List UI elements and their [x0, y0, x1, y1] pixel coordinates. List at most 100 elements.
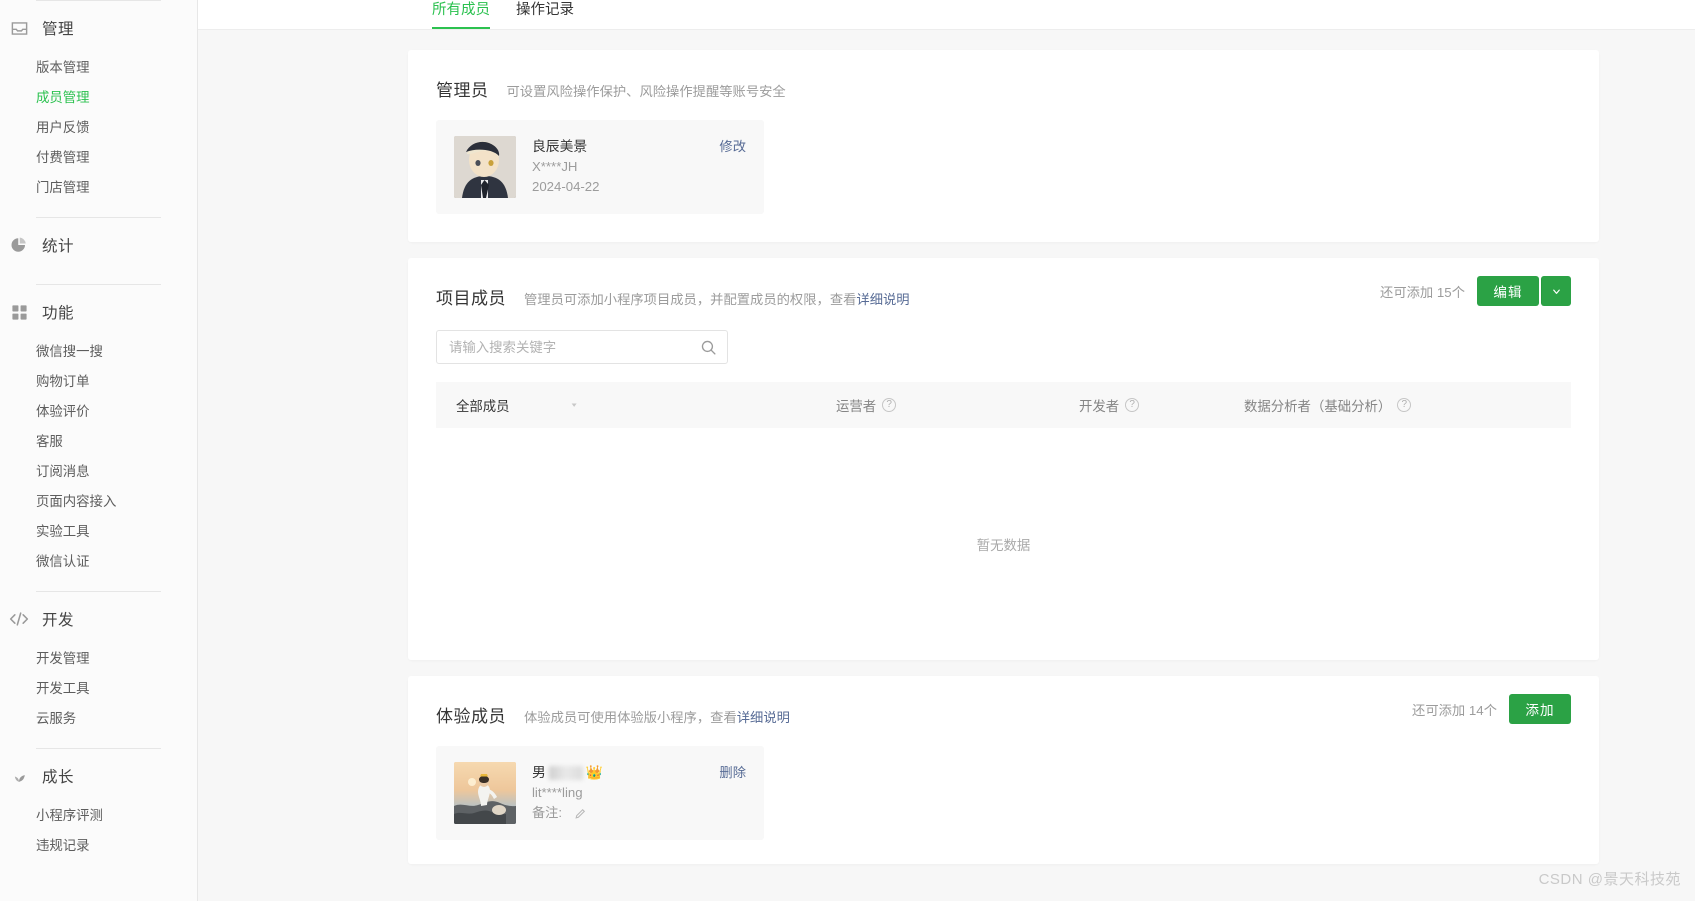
sidebar-sublist-features: 微信搜一搜 购物订单 体验评价 客服 订阅消息 页面内容接入 实验工具 微信认证: [0, 337, 197, 591]
sidebar-item-customer-service[interactable]: 客服: [0, 427, 197, 457]
experience-member-name: 男 👑: [532, 763, 603, 782]
project-search-wrap: [408, 310, 1599, 364]
admin-member-info: 良辰美景 X****JH 2024-04-22: [532, 136, 599, 196]
redacted-text: [548, 765, 583, 780]
page-root: 管理 版本管理 成员管理 用户反馈 付费管理 门店管理 统计 功能 微信搜一搜 …: [0, 0, 1695, 901]
sidebar-item-experience-rating[interactable]: 体验评价: [0, 397, 197, 427]
admin-title: 管理员: [436, 81, 489, 100]
project-quota-text: 还可添加 15个: [1380, 284, 1465, 300]
admin-member-account: X****JH: [532, 159, 578, 174]
sidebar-item-dev-management[interactable]: 开发管理: [0, 644, 197, 674]
tab-bar: 所有成员 操作记录: [198, 0, 1695, 30]
table-empty-state: 暂无数据: [976, 538, 1031, 553]
project-header-actions: 还可添加 15个 编辑: [1380, 276, 1571, 306]
table-column-label: 运营者: [836, 399, 877, 414]
admin-member-name: 良辰美景: [532, 139, 588, 154]
admin-card: 管理员 可设置风险操作保护、风险操作提醒等账号安全 良辰美景 X****JH 2…: [408, 50, 1599, 242]
tab-all-members[interactable]: 所有成员: [432, 0, 490, 29]
sidebar-item-wechat-search[interactable]: 微信搜一搜: [0, 337, 197, 367]
admin-member-item: 良辰美景 X****JH 2024-04-22 修改: [436, 120, 764, 214]
table-column-label: 开发者: [1079, 399, 1120, 414]
chevron-down-icon[interactable]: [1541, 276, 1571, 306]
sidebar-group-features[interactable]: 功能: [0, 285, 197, 337]
experience-card-body: 男 👑 lit****ling 备注: 删除: [408, 728, 1599, 864]
project-detail-link[interactable]: 详细说明: [856, 292, 909, 307]
code-icon: [8, 608, 30, 630]
sidebar-item-user-feedback[interactable]: 用户反馈: [0, 113, 197, 143]
experience-header-actions: 还可添加 14个 添加: [1412, 694, 1571, 724]
experience-title: 体验成员: [436, 707, 506, 726]
admin-description: 可设置风险操作保护、风险操作提醒等账号安全: [506, 84, 786, 99]
search-icon[interactable]: [700, 339, 717, 356]
sidebar-item-dev-tools[interactable]: 开发工具: [0, 674, 197, 704]
experience-delete-link[interactable]: 删除: [719, 762, 746, 781]
admin-card-body: 良辰美景 X****JH 2024-04-22 修改: [408, 102, 1599, 242]
sidebar-group-label: 统计: [42, 238, 75, 255]
sidebar-item-cloud-service[interactable]: 云服务: [0, 704, 197, 734]
experience-member-remark: 备注:: [532, 803, 603, 822]
sidebar-item-store-management[interactable]: 门店管理: [0, 173, 197, 203]
grid-icon: [8, 301, 30, 323]
remark-label: 备注:: [532, 805, 563, 820]
sidebar-item-wechat-certification[interactable]: 微信认证: [0, 547, 197, 577]
experience-member-name-suffix: 👑: [585, 765, 603, 780]
sidebar-group-development[interactable]: 开发: [0, 592, 197, 644]
sidebar-sublist-management: 版本管理 成员管理 用户反馈 付费管理 门店管理: [0, 53, 197, 217]
avatar: [454, 136, 516, 198]
sidebar-item-experiment-tools[interactable]: 实验工具: [0, 517, 197, 547]
main-content: 所有成员 操作记录 管理员 可设置风险操作保护、风险操作提醒等账号安全 良辰美景…: [198, 0, 1695, 901]
inbox-icon: [8, 17, 30, 39]
sidebar-group-growth[interactable]: 成长: [0, 749, 197, 801]
sidebar-group-label: 管理: [42, 21, 75, 38]
experience-detail-link[interactable]: 详细说明: [737, 710, 790, 725]
sidebar-item-page-content[interactable]: 页面内容接入: [0, 487, 197, 517]
sidebar-item-payment-management[interactable]: 付费管理: [0, 143, 197, 173]
project-card-header: 项目成员 管理员可添加小程序项目成员，并配置成员的权限，查看详细说明 还可添加 …: [408, 258, 1599, 310]
sprout-icon: [8, 765, 30, 787]
chevron-down-icon[interactable]: ▾: [572, 401, 577, 409]
sidebar: 管理 版本管理 成员管理 用户反馈 付费管理 门店管理 统计 功能 微信搜一搜 …: [0, 0, 198, 901]
table-column-developer: 开发者 ?: [1079, 395, 1244, 415]
sidebar-group-label: 功能: [42, 305, 75, 322]
pencil-icon[interactable]: [574, 807, 587, 820]
sidebar-sublist-growth: 小程序评测 违规记录: [0, 801, 197, 875]
experience-member-item: 男 👑 lit****ling 备注: 删除: [436, 746, 764, 840]
experience-member-info: 男 👑 lit****ling 备注:: [532, 762, 603, 822]
project-edit-button-group: 编辑: [1477, 276, 1571, 306]
project-title: 项目成员: [436, 289, 506, 308]
project-description: 管理员可添加小程序项目成员，并配置成员的权限，查看详细说明: [524, 290, 910, 310]
search-box[interactable]: [436, 330, 728, 364]
experience-description: 体验成员可使用体验版小程序，查看详细说明: [524, 708, 790, 728]
experience-member-account: lit****ling: [532, 785, 583, 800]
sidebar-group-statistics[interactable]: 统计: [0, 218, 197, 270]
project-members-table: 全部成员 ▾ 运营者 ? 开发者 ? 数据分析者（基础分析） ? 暂无数据: [436, 382, 1571, 660]
sidebar-item-subscription-message[interactable]: 订阅消息: [0, 457, 197, 487]
admin-modify-link[interactable]: 修改: [719, 136, 746, 155]
watermark: CSDN @景天科技苑: [1538, 871, 1681, 888]
experience-members-card: 体验成员 体验成员可使用体验版小程序，查看详细说明 还可添加 14个 添加 男 …: [408, 676, 1599, 864]
sidebar-group-management[interactable]: 管理: [0, 1, 197, 53]
experience-member-name-prefix: 男: [532, 765, 546, 780]
table-header-row: 全部成员 ▾ 运营者 ? 开发者 ? 数据分析者（基础分析） ?: [436, 382, 1571, 428]
help-icon[interactable]: ?: [1125, 398, 1140, 412]
sidebar-group-label: 成长: [42, 769, 75, 786]
content-area: 管理员 可设置风险操作保护、风险操作提醒等账号安全 良辰美景 X****JH 2…: [198, 30, 1695, 864]
pie-chart-icon: [8, 234, 30, 256]
sidebar-item-miniprogram-review[interactable]: 小程序评测: [0, 801, 197, 831]
sidebar-item-member-management[interactable]: 成员管理: [0, 83, 197, 113]
sidebar-sublist-development: 开发管理 开发工具 云服务: [0, 644, 197, 748]
admin-card-header: 管理员 可设置风险操作保护、风险操作提醒等账号安全: [408, 50, 1599, 102]
project-description-text: 管理员可添加小程序项目成员，并配置成员的权限，查看: [524, 292, 857, 307]
sidebar-item-shopping-orders[interactable]: 购物订单: [0, 367, 197, 397]
table-column-operator: 运营者 ?: [836, 395, 1079, 415]
tab-operation-log[interactable]: 操作记录: [516, 0, 574, 28]
sidebar-item-violation-records[interactable]: 违规记录: [0, 831, 197, 861]
admin-member-date: 2024-04-22: [532, 179, 600, 194]
edit-button[interactable]: 编辑: [1477, 276, 1539, 306]
table-column-label: 全部成员: [456, 399, 510, 414]
help-icon[interactable]: ?: [882, 398, 897, 412]
help-icon[interactable]: ?: [1397, 398, 1412, 412]
sidebar-item-version-management[interactable]: 版本管理: [0, 53, 197, 83]
search-input[interactable]: [449, 339, 700, 355]
add-button[interactable]: 添加: [1509, 694, 1571, 724]
